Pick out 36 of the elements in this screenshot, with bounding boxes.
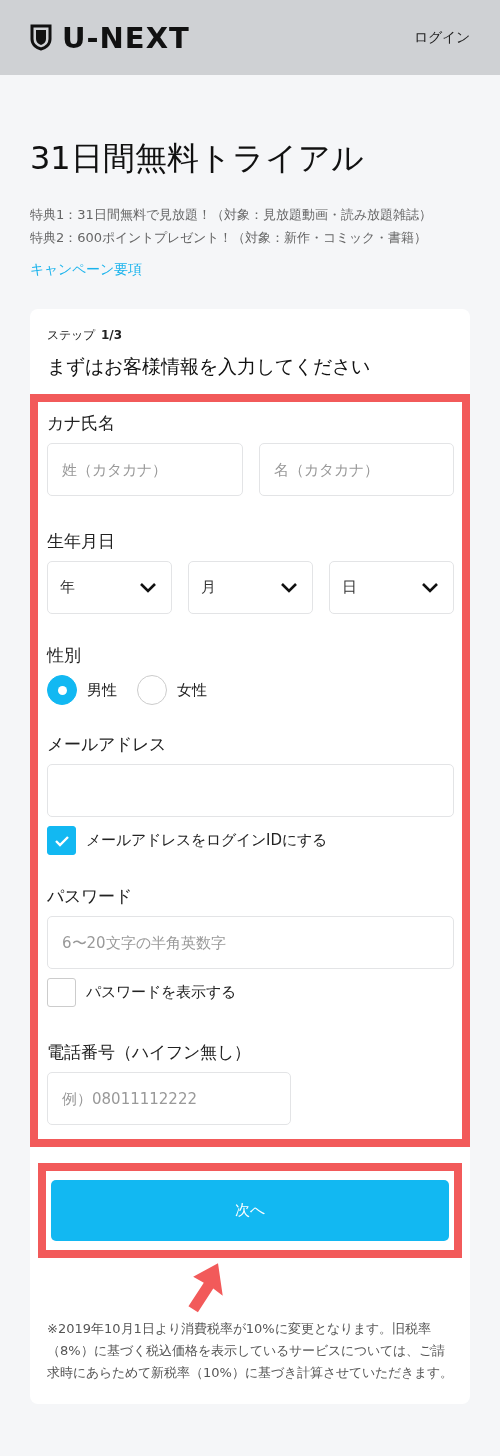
name-field[interactable]: 姓（カタカナ） (47, 443, 243, 496)
password-field[interactable]: 6〜20文字の半角英数字 (47, 916, 454, 969)
field-label: 電話番号（ハイフン無し） (47, 1041, 252, 1064)
date-select[interactable]: 月 (188, 561, 313, 614)
page-title: 31日間無料トライアル (30, 138, 365, 179)
check-icon (53, 834, 70, 847)
date-select[interactable]: 年 (47, 561, 172, 614)
field-label: パスワード (47, 885, 133, 908)
tax-note: ※2019年10月1日より消費税率が10%に変更となります。旧税率（8%）に基づく税込価格を表示しているサービスについては、ご請求時にあらためて新税率（10%）に基づき計算させていただきます。 (47, 1320, 453, 1382)
radio-button[interactable] (47, 675, 77, 705)
chevron-down-icon (421, 582, 439, 593)
field-label: メールアドレス (47, 733, 167, 756)
checkbox-label: パスワードを表示する (86, 983, 236, 1002)
radio-label: 女性 (177, 680, 207, 700)
shield-logo-icon (30, 24, 52, 51)
chevron-down-icon (280, 582, 298, 593)
field-label: 性別 (47, 644, 82, 667)
benefit-text: 特典2：600ポイントプレゼント！（対象：新作・コミック・書籍） (30, 229, 429, 247)
checkbox[interactable] (47, 826, 76, 855)
form-heading: まずはお客様情報を入力してください (47, 354, 371, 379)
name-field[interactable]: 名（カタカナ） (258, 443, 454, 496)
email-field[interactable] (47, 764, 454, 817)
field-label: 生年月日 (47, 530, 116, 553)
logo-text: U-NEXT (62, 20, 190, 55)
checkbox-label: メールアドレスをログインIDにする (86, 831, 327, 850)
date-select[interactable]: 日 (329, 561, 454, 614)
login-link[interactable]: ログイン (414, 28, 470, 47)
radio-label: 男性 (87, 680, 117, 700)
checkbox[interactable] (47, 978, 76, 1007)
radio-button[interactable] (137, 675, 167, 705)
field-label: カナ氏名 (47, 412, 116, 435)
step-number: 1/3 (101, 328, 123, 342)
chevron-down-icon (139, 582, 157, 593)
phone-field[interactable]: 例）08011112222 (47, 1072, 291, 1125)
benefit-text: 特典1：31日間無料で見放題！（対象：見放題動画・読み放題雑誌） (30, 206, 433, 224)
step-label: ステップ (47, 327, 95, 344)
